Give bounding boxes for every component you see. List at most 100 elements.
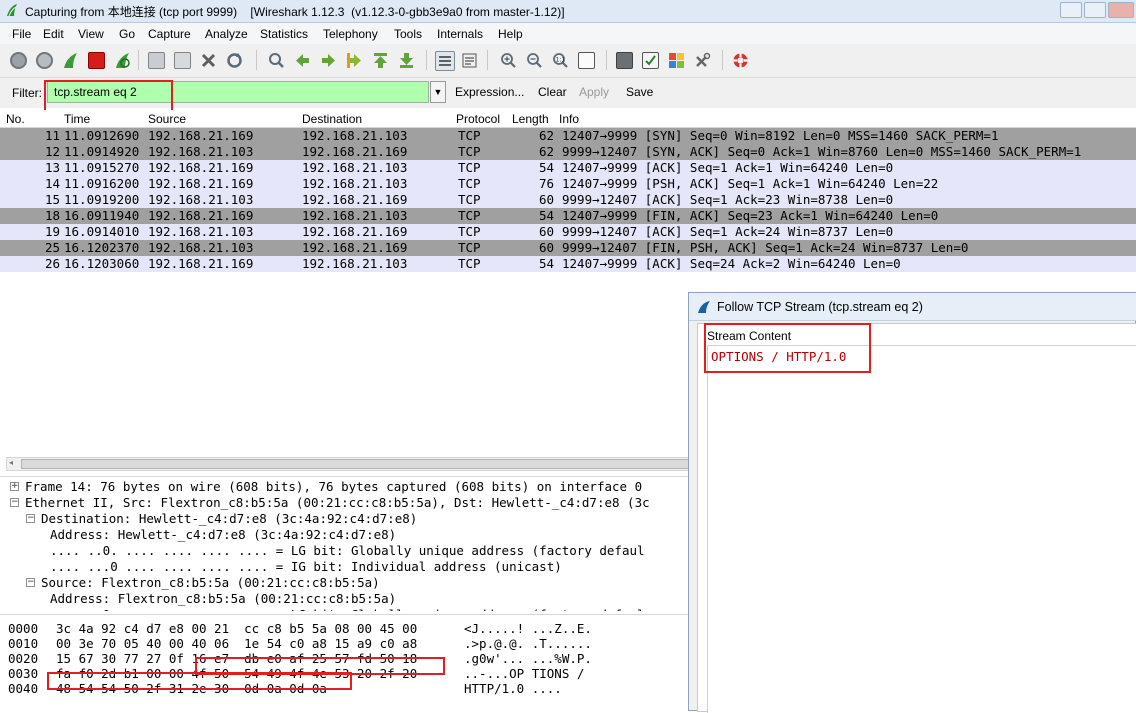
column-no[interactable]: No.: [6, 112, 25, 126]
column-source[interactable]: Source: [148, 112, 186, 126]
menu-file[interactable]: File: [12, 27, 31, 41]
details-tree-text: .... ...0 .... .... .... .... = IG bit: …: [50, 559, 562, 574]
options-icon[interactable]: [36, 52, 53, 69]
expand-icon[interactable]: +: [10, 482, 19, 491]
coloring-rules-icon[interactable]: [668, 52, 685, 69]
details-tree-item[interactable]: + Frame 14: 76 bytes on wire (608 bits), …: [0, 479, 690, 495]
stream-content-area[interactable]: [707, 345, 1136, 713]
menu-internals[interactable]: Internals: [437, 27, 483, 41]
dialog-title-bar[interactable]: Follow TCP Stream (tcp.stream eq 2): [689, 293, 1136, 321]
packet-row[interactable]: 12 11.0914920 192.168.21.103 192.168.21.169…: [0, 144, 1136, 160]
hex-ascii[interactable]: ..-...OP TIONS /: [464, 667, 592, 681]
column-destination[interactable]: Destination: [302, 112, 362, 126]
hex-bytes[interactable]: fa f0 2d b1 00 00 4f 50 54 49 4f 4e 53 2…: [56, 667, 417, 681]
normal-size-icon[interactable]: 1:1: [552, 52, 569, 69]
column-protocol[interactable]: Protocol: [456, 112, 500, 126]
hex-bytes[interactable]: 00 3e 70 05 40 00 40 06 1e 54 c0 a8 15 a…: [56, 637, 417, 651]
go-last-packet-icon[interactable]: [398, 52, 415, 69]
menu-view[interactable]: View: [78, 27, 104, 41]
packet-row[interactable]: 25 16.1202370 192.168.21.103 192.168.21.169…: [0, 240, 1136, 256]
apply-button[interactable]: Apply: [579, 85, 609, 99]
collapse-icon[interactable]: −: [26, 514, 35, 523]
zoom-out-icon[interactable]: [526, 52, 543, 69]
menu-help[interactable]: Help: [498, 27, 523, 41]
packet-row[interactable]: 15 11.0919200 192.168.21.103 192.168.21.169…: [0, 192, 1136, 208]
details-tree-item[interactable]: .... ..0. .... .... .... .... = LG bit: …: [0, 607, 690, 611]
help-lifebuoy-icon[interactable]: [732, 52, 749, 69]
packet-row[interactable]: 14 11.0916200 192.168.21.169 192.168.21.103…: [0, 176, 1136, 192]
details-tree-item[interactable]: .... ..0. .... .... .... .... = LG bit: …: [0, 543, 690, 559]
details-tree-item[interactable]: Address: Hewlett-_c4:d7:e8 (3c:4a:92:c4:…: [0, 527, 690, 543]
packet-row[interactable]: 11 11.0912690 192.168.21.169 192.168.21.103…: [0, 128, 1136, 144]
packet-details-tree: + Frame 14: 76 bytes on wire (608 bits), …: [0, 476, 690, 611]
filter-dropdown-button[interactable]: ▼: [430, 81, 446, 103]
scroll-left-icon[interactable]: ◂: [9, 458, 13, 467]
menu-statistics[interactable]: Statistics: [260, 27, 308, 41]
packet-cell-dst: 192.168.21.169: [302, 192, 408, 207]
go-to-packet-icon[interactable]: [346, 52, 363, 69]
preferences-icon[interactable]: [694, 52, 711, 69]
clear-button[interactable]: Clear: [538, 85, 567, 99]
capture-filters-icon[interactable]: [616, 52, 633, 69]
hex-ascii[interactable]: HTTP/1.0 ....: [464, 682, 562, 696]
details-tree-text: Address: Hewlett-_c4:d7:e8 (3c:4a:92:c4:…: [50, 527, 397, 542]
hex-ascii[interactable]: .>p.@.@. .T......: [464, 637, 592, 651]
hex-bytes[interactable]: 15 67 30 77 27 0f 16 e7 db e0 af 25 57 f…: [56, 652, 417, 666]
hex-bytes[interactable]: 3c 4a 92 c4 d7 e8 00 21 cc c8 b5 5a 08 0…: [56, 622, 417, 636]
start-capture-icon[interactable]: [62, 52, 79, 69]
close-window-button[interactable]: [1108, 2, 1134, 18]
packet-row[interactable]: 19 16.0914010 192.168.21.103 192.168.21.169…: [0, 224, 1136, 240]
menu-go[interactable]: Go: [119, 27, 135, 41]
packet-row[interactable]: 18 16.0911940 192.168.21.169 192.168.21.103…: [0, 208, 1136, 224]
stream-content-text[interactable]: OPTIONS / HTTP/1.0: [711, 349, 846, 364]
packet-cell-no: 12: [44, 144, 60, 159]
packet-cell-proto: TCP: [458, 160, 481, 175]
column-info[interactable]: Info: [559, 112, 579, 126]
colorize-list-icon[interactable]: [435, 51, 455, 71]
interfaces-icon[interactable]: [10, 52, 27, 69]
collapse-icon[interactable]: −: [10, 498, 19, 507]
resize-columns-icon[interactable]: [578, 52, 595, 69]
menu-capture[interactable]: Capture: [148, 27, 191, 41]
packet-row[interactable]: 26 16.1203060 192.168.21.169 192.168.21.103…: [0, 256, 1136, 272]
details-tree-item[interactable]: − Source: Flextron_c8:b5:5a (00:21:cc:c8:…: [0, 575, 690, 591]
hex-bytes[interactable]: 48 54 54 50 2f 31 2e 30 0d 0a 0d 0a: [56, 682, 327, 696]
auto-scroll-icon[interactable]: [461, 52, 478, 69]
display-filters-icon[interactable]: [642, 52, 659, 69]
collapse-icon[interactable]: −: [26, 578, 35, 587]
find-packet-icon[interactable]: [268, 52, 285, 69]
save-filter-button[interactable]: Save: [626, 85, 653, 99]
details-tree-item[interactable]: − Ethernet II, Src: Flextron_c8:b5:5a (00…: [0, 495, 690, 511]
packet-row[interactable]: 13 11.0915270 192.168.21.169 192.168.21.103…: [0, 160, 1136, 176]
go-forward-icon[interactable]: [320, 52, 337, 69]
packet-cell-no: 18: [44, 208, 60, 223]
column-length[interactable]: Length: [512, 112, 549, 126]
hex-ascii[interactable]: .g0w'... ...%W.P.: [464, 652, 592, 666]
hscroll-thumb[interactable]: [21, 459, 691, 469]
menu-telephony[interactable]: Telephony: [323, 27, 378, 41]
stop-capture-icon[interactable]: [88, 52, 105, 69]
column-time[interactable]: Time: [64, 112, 90, 126]
packet-cell-proto: TCP: [458, 192, 481, 207]
menu-tools[interactable]: Tools: [394, 27, 422, 41]
restart-capture-icon[interactable]: [114, 52, 131, 69]
details-tree-item[interactable]: − Destination: Hewlett-_c4:d7:e8 (3c:4a:9…: [0, 511, 690, 527]
menu-edit[interactable]: Edit: [43, 27, 64, 41]
display-filter-input[interactable]: tcp.stream eq 2: [47, 81, 429, 103]
go-back-icon[interactable]: [294, 52, 311, 69]
reload-icon[interactable]: [226, 52, 243, 69]
close-file-icon[interactable]: [200, 52, 217, 69]
details-tree-item[interactable]: .... ...0 .... .... .... .... = IG bit: …: [0, 559, 690, 575]
expression-button[interactable]: Expression...: [455, 85, 524, 99]
packet-cell-proto: TCP: [458, 224, 481, 239]
go-first-packet-icon[interactable]: [372, 52, 389, 69]
zoom-in-icon[interactable]: [500, 52, 517, 69]
save-file-icon[interactable]: [174, 52, 191, 69]
menu-analyze[interactable]: Analyze: [205, 27, 248, 41]
open-file-icon[interactable]: [148, 52, 165, 69]
details-tree-item[interactable]: Address: Flextron_c8:b5:5a (00:21:cc:c8:…: [0, 591, 690, 607]
minimize-button[interactable]: [1060, 2, 1082, 18]
hex-ascii[interactable]: <J.....! ...Z..E.: [464, 622, 592, 636]
maximize-button[interactable]: [1084, 2, 1106, 18]
packet-list-hscrollbar[interactable]: ◂: [6, 457, 691, 471]
